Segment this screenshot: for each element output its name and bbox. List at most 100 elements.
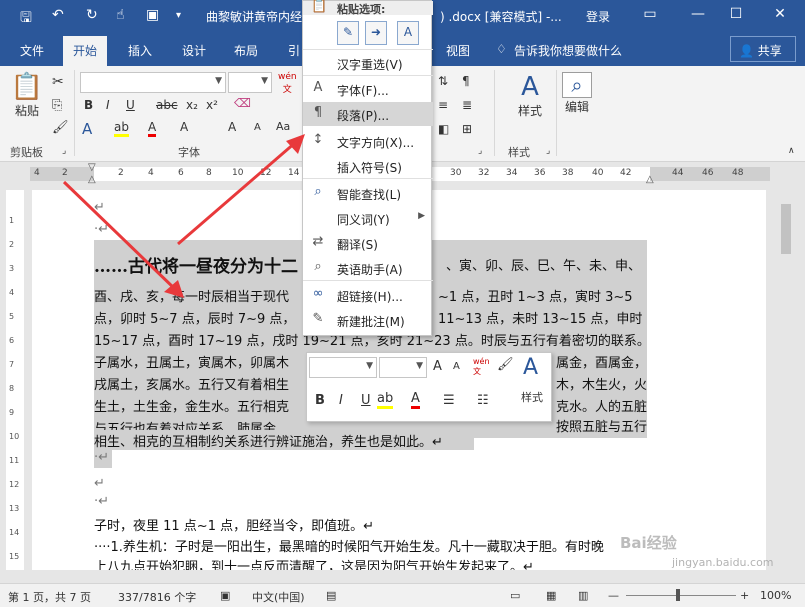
first-line-indent-marker[interactable]: ▽ — [88, 162, 96, 173]
undo-icon[interactable]: ↶ — [52, 7, 64, 23]
sort-icon[interactable]: ⇅ — [438, 74, 448, 88]
selected-line[interactable]: 相生、相克的互相制约关系进行辨证施治，养生也是如此。↵ — [94, 430, 474, 450]
print-preview-icon[interactable]: ▣ — [146, 7, 159, 23]
borders-icon[interactable]: ⊞ — [462, 122, 472, 136]
mini-styles-label[interactable]: 样式 — [521, 389, 543, 405]
paste-button[interactable]: 📋 粘贴 — [10, 72, 44, 126]
hanging-indent-marker[interactable]: △ — [88, 174, 96, 185]
show-marks-icon[interactable]: ¶ — [462, 74, 470, 88]
grow-font-icon[interactable]: A — [228, 120, 236, 134]
mini-format-painter-icon[interactable]: 🖌 — [497, 357, 514, 372]
text-effects-icon[interactable]: A — [82, 120, 92, 138]
zoom-slider-thumb[interactable] — [676, 589, 680, 601]
close-icon[interactable]: ✕ — [770, 6, 790, 22]
share-button[interactable]: 👤 共享 — [730, 36, 796, 62]
change-case-icon[interactable]: Aa — [276, 120, 290, 133]
font-name-combo[interactable]: ▼ — [80, 72, 226, 93]
zoom-in-icon[interactable]: + — [740, 589, 749, 602]
mini-styles-icon[interactable]: A — [523, 355, 538, 380]
language-status[interactable]: 中文(中国) — [252, 589, 305, 605]
zoom-out-icon[interactable]: — — [608, 589, 619, 602]
vertical-scrollbar[interactable] — [779, 184, 793, 583]
tab-view[interactable]: 视图 — [446, 42, 470, 59]
paste-keep-source-icon[interactable]: ✎ — [337, 21, 359, 45]
scrollbar-thumb[interactable] — [781, 204, 791, 254]
mini-font-size-combo[interactable]: ▼ — [379, 357, 427, 378]
paste-merge-format-icon[interactable]: ➜ — [365, 21, 387, 45]
clipboard-launcher-icon[interactable]: ⌟ — [62, 146, 66, 156]
customize-qat-icon[interactable]: ▾ — [176, 10, 181, 21]
mini-underline-button[interactable]: U — [361, 393, 371, 408]
clear-format-icon[interactable]: ⌫ — [234, 96, 251, 110]
ribbon-display-icon[interactable]: ▭ — [640, 6, 660, 22]
menu-item-insert-symbol[interactable]: 插入符号(S) — [303, 154, 433, 178]
menu-item-new-comment[interactable]: ✎ 新建批注(M) — [303, 308, 433, 332]
menu-item-english-assistant[interactable]: ⌕ 英语助手(A) — [303, 256, 433, 280]
collapse-ribbon-icon[interactable]: ∧ — [788, 146, 795, 156]
italic-button[interactable]: I — [106, 98, 110, 112]
copy-icon[interactable]: ⎘ — [52, 98, 62, 113]
underline-button[interactable]: U — [126, 98, 135, 112]
tab-file[interactable]: 文件 — [20, 42, 44, 59]
align-right-icon[interactable]: ≡ — [438, 98, 448, 112]
menu-item-synonyms[interactable]: 同义词(Y) ▶ — [303, 206, 433, 230]
shrink-font-icon[interactable]: A — [254, 122, 261, 133]
zoom-level[interactable]: 100% — [760, 589, 791, 602]
paragraph-launcher-icon[interactable]: ⌟ — [478, 146, 482, 156]
proofing-icon[interactable]: ▣ — [220, 589, 230, 602]
mini-shrink-font-icon[interactable]: A — [453, 361, 460, 372]
macro-record-icon[interactable]: ▤ — [326, 589, 336, 602]
print-layout-icon[interactable]: ▦ — [546, 589, 556, 602]
strikethrough-button[interactable]: abc — [156, 98, 178, 112]
mini-bold-button[interactable]: B — [315, 393, 325, 408]
tab-insert[interactable]: 插入 — [128, 42, 152, 59]
menu-item-translate[interactable]: ⇄ 翻译(S) — [303, 231, 433, 255]
paste-text-only-icon[interactable]: A — [397, 21, 419, 45]
font-color-icon[interactable]: A — [148, 120, 157, 137]
highlight-icon[interactable]: ab — [114, 120, 129, 137]
superscript-button[interactable]: x² — [206, 98, 218, 112]
touch-mode-icon[interactable]: ☝ — [116, 7, 125, 23]
menu-item-hyperlink[interactable]: ∞ 超链接(H)... — [303, 283, 433, 307]
menu-item-font[interactable]: A 字体(F)... — [303, 77, 433, 101]
menu-item-reselect[interactable]: 汉字重选(V) — [303, 51, 433, 75]
mini-font-name-combo[interactable]: ▼ — [309, 357, 377, 378]
pinyin-guide-icon[interactable]: wén 文 — [278, 72, 297, 95]
minimize-icon[interactable]: — — [688, 6, 708, 22]
menu-item-text-direction[interactable]: ↕ 文字方向(X)... — [303, 129, 433, 153]
editing-button[interactable]: ⌕ 编辑 — [562, 72, 592, 115]
page-count[interactable]: 第 1 页，共 7 页 — [8, 589, 91, 605]
shading-icon[interactable]: ◧ — [438, 122, 449, 136]
mini-grow-font-icon[interactable]: A — [433, 359, 442, 374]
web-layout-icon[interactable]: ▥ — [578, 589, 588, 602]
subscript-button[interactable]: x₂ — [186, 98, 198, 112]
save-icon[interactable]: 🖫 — [20, 7, 32, 31]
font-size-combo[interactable]: ▼ — [228, 72, 272, 93]
redo-icon[interactable]: ↻ — [86, 7, 98, 23]
tell-me-box[interactable]: 告诉我你想要做什么 — [514, 42, 622, 59]
styles-button[interactable]: A 样式 — [508, 72, 552, 119]
mini-bullets-icon[interactable]: ☰ — [443, 393, 455, 408]
format-painter-icon[interactable]: 🖌 — [52, 120, 69, 135]
char-shading-icon[interactable]: A — [180, 120, 188, 134]
mini-font-color-icon[interactable]: A — [411, 391, 420, 409]
tab-layout[interactable]: 布局 — [234, 42, 258, 59]
mini-pinyin-icon[interactable]: wén 文 — [473, 357, 490, 377]
tab-design[interactable]: 设计 — [182, 42, 206, 59]
right-indent-marker[interactable]: △ — [646, 174, 654, 185]
menu-item-smart-lookup[interactable]: ⌕ 智能查找(L) — [303, 181, 433, 205]
mini-numbering-icon[interactable]: ☷ — [477, 393, 489, 408]
justify-icon[interactable]: ≣ — [462, 98, 472, 112]
mini-highlight-icon[interactable]: ab — [377, 391, 394, 409]
styles-launcher-icon[interactable]: ⌟ — [546, 146, 550, 156]
selected-empty-line[interactable]: ·↵ — [94, 450, 112, 468]
mini-italic-button[interactable]: I — [339, 393, 343, 408]
tab-home[interactable]: 开始 — [63, 36, 108, 66]
maximize-icon[interactable]: ☐ — [726, 6, 746, 22]
read-mode-icon[interactable]: ▭ — [510, 589, 520, 602]
bold-button[interactable]: B — [84, 98, 93, 112]
menu-item-paragraph[interactable]: ¶ 段落(P)... — [303, 102, 433, 126]
tab-references[interactable]: 引 — [288, 42, 300, 59]
cut-icon[interactable]: ✂ — [52, 74, 64, 90]
login-button[interactable]: 登录 — [586, 8, 610, 25]
